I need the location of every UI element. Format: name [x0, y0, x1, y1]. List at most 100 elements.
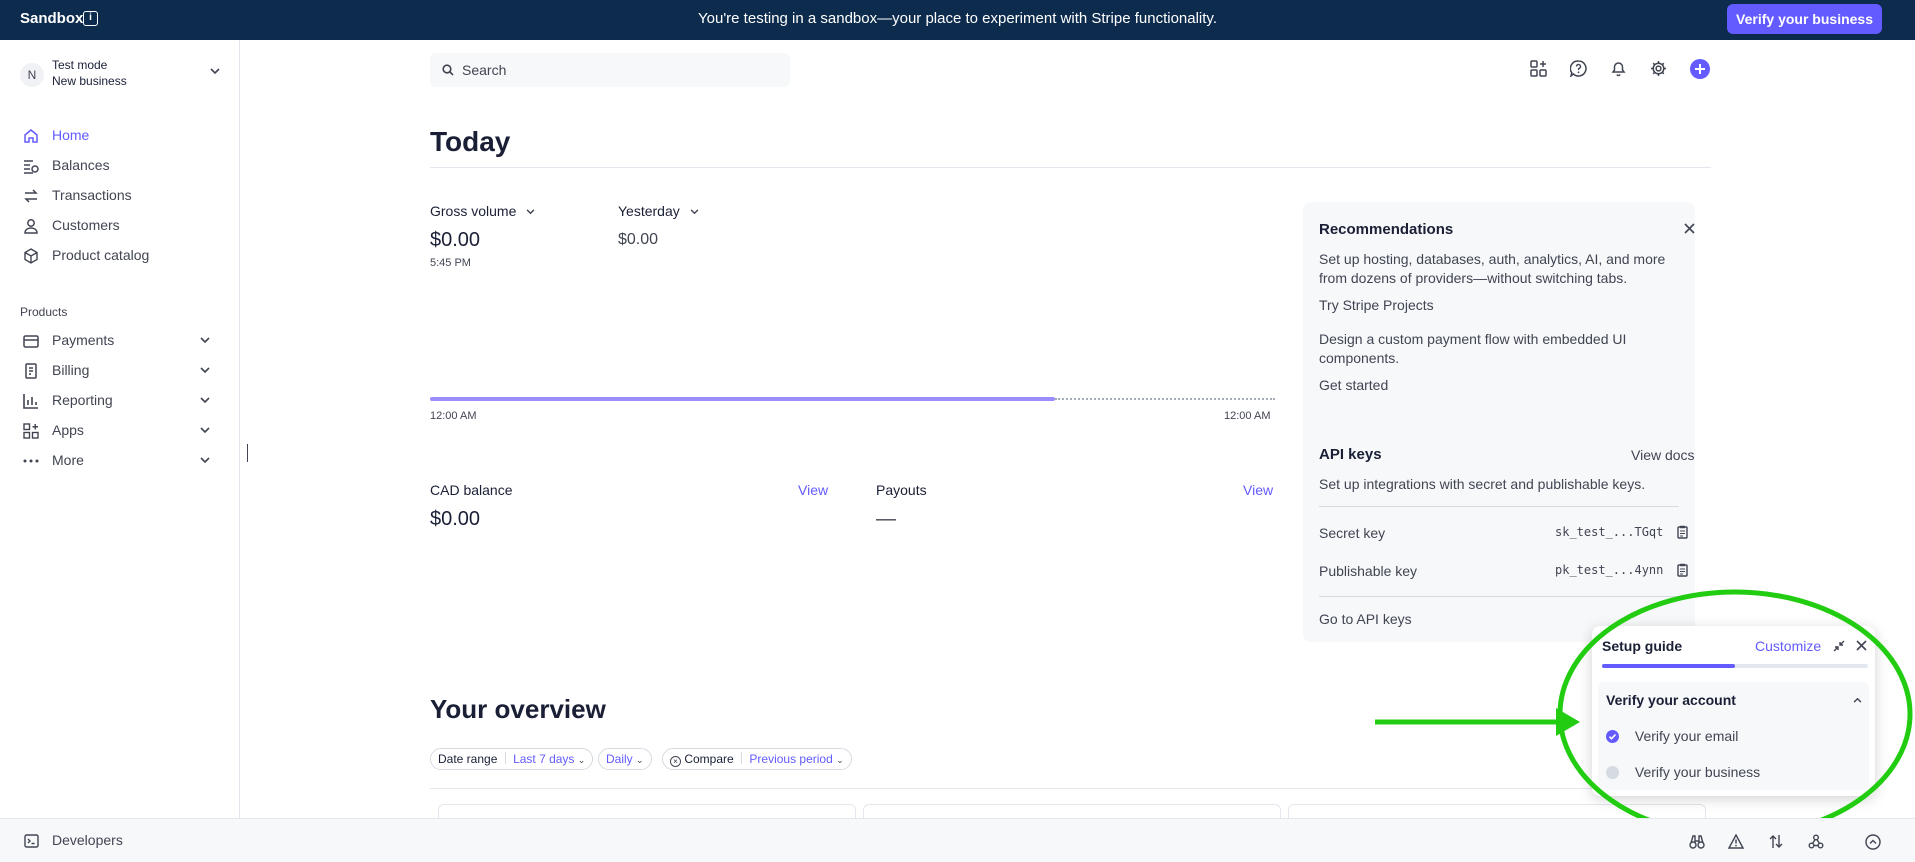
annotation-overlay [1375, 589, 1913, 839]
binoculars-icon[interactable] [1689, 835, 1705, 849]
sidebar-item-balances[interactable]: Balances [20, 153, 220, 179]
api-keys-description: Set up integrations with secret and publ… [1319, 476, 1646, 492]
sidebar-item-label: Customers [52, 217, 120, 233]
yesterday-selector[interactable]: Yesterday [618, 203, 699, 219]
recommendation-text-2: Design a custom payment flow with embedd… [1319, 331, 1627, 366]
annotation-arrowhead [1556, 708, 1580, 736]
sidebar: N Test mode New business Home Balances T… [0, 40, 240, 818]
terminal-icon [24, 834, 39, 848]
interval-value: Daily [606, 752, 633, 766]
chart-axis-start: 12:00 AM [430, 410, 477, 422]
copy-icon[interactable] [1677, 563, 1688, 577]
transactions-icon [24, 189, 38, 203]
home-icon [24, 129, 38, 143]
sidebar-item-label: Home [52, 127, 90, 143]
chevron-down-icon [200, 367, 210, 374]
bell-icon[interactable] [1610, 60, 1627, 77]
balances-icon [24, 160, 39, 174]
billing-icon [25, 363, 37, 379]
overview-card [438, 804, 856, 818]
chevron-down-icon: ⌄ [636, 755, 644, 765]
apps-icon [23, 423, 39, 439]
date-range-filter[interactable]: Date range Last 7 days ⌄ [430, 748, 594, 770]
overview-title: Your overview [430, 694, 606, 724]
chevron-down-icon [690, 209, 699, 215]
divider [1319, 506, 1679, 507]
account-mode: Test mode [52, 58, 108, 72]
help-icon[interactable] [1570, 60, 1587, 77]
verify-business-button[interactable]: Verify your business [1727, 4, 1882, 34]
compare-filter[interactable]: × Compare Previous period ⌄ [662, 748, 852, 770]
cad-balance-value: $0.00 [430, 508, 481, 530]
sidebar-item-label: Payments [52, 332, 115, 348]
gear-icon[interactable] [1650, 60, 1667, 77]
chevron-down-icon [200, 457, 210, 464]
copy-icon[interactable] [1677, 525, 1688, 539]
wallet-icon [23, 335, 39, 348]
account-switcher[interactable]: N Test mode New business [20, 58, 220, 92]
payouts-label: Payouts [876, 482, 927, 498]
gross-volume-value: $0.00 [430, 229, 481, 251]
gross-volume-label: Gross volume [430, 203, 517, 219]
sidebar-item-label: Billing [52, 362, 90, 378]
warning-icon[interactable] [1728, 834, 1744, 849]
payouts-value: — [876, 508, 896, 530]
search-input[interactable]: Search [430, 53, 790, 87]
sidebar-item-billing[interactable]: Billing [20, 358, 220, 384]
sandbox-message: You're testing in a sandbox—your place t… [698, 10, 1217, 27]
sidebar-item-payments[interactable]: Payments [20, 328, 220, 354]
person-icon [24, 219, 38, 234]
yesterday-value: $0.00 [618, 231, 659, 248]
chart-axis-end: 12:00 AM [1224, 410, 1271, 422]
apps-grid-icon[interactable] [1530, 60, 1547, 77]
publishable-key-label: Publishable key [1319, 563, 1418, 579]
sidebar-item-reporting[interactable]: Reporting [20, 388, 220, 414]
chevron-down-icon [526, 209, 535, 215]
sidebar-item-label: Balances [52, 157, 110, 173]
text-cursor [247, 444, 248, 462]
sidebar-item-home[interactable]: Home [20, 123, 220, 149]
box-icon [24, 248, 38, 264]
chevron-down-icon [210, 68, 220, 75]
sidebar-item-transactions[interactable]: Transactions [20, 183, 220, 209]
webhooks-icon[interactable] [1808, 834, 1824, 849]
create-plus-icon[interactable] [1690, 59, 1710, 79]
developers-label[interactable]: Developers [52, 832, 123, 848]
today-line-projection [1055, 398, 1275, 400]
sidebar-item-label: Reporting [52, 392, 113, 408]
api-keys-title: API keys [1319, 446, 1382, 463]
sidebar-item-label: Apps [52, 422, 84, 438]
sidebar-item-customers[interactable]: Customers [20, 213, 220, 239]
yesterday-label: Yesterday [618, 203, 680, 219]
view-docs-link[interactable]: View docs [1631, 446, 1695, 465]
sidebar-item-label: Transactions [52, 187, 132, 203]
overview-card [863, 804, 1281, 818]
chevron-down-icon [200, 427, 210, 434]
search-placeholder: Search [462, 62, 507, 78]
get-started-link[interactable]: Get started [1319, 376, 1388, 395]
gross-volume-time: 5:45 PM [430, 257, 471, 269]
today-line [430, 397, 1055, 401]
close-icon[interactable] [1684, 223, 1695, 234]
clear-icon[interactable]: × [670, 756, 681, 767]
date-range-value: Last 7 days [513, 752, 575, 766]
cad-balance-view-link[interactable]: View [798, 482, 828, 498]
sidebar-item-more[interactable]: More [20, 448, 220, 474]
payouts-view-link[interactable]: View [1243, 482, 1273, 498]
interval-filter[interactable]: Daily ⌄ [598, 748, 652, 770]
chevron-up-circle-icon[interactable] [1865, 834, 1881, 850]
try-stripe-projects-link[interactable]: Try Stripe Projects [1319, 296, 1434, 315]
annotation-ellipse [1557, 589, 1913, 839]
recommendations-panel: Recommendations Set up hosting, database… [1303, 202, 1695, 642]
chevron-down-icon [200, 397, 210, 404]
divider [430, 167, 1711, 168]
compare-value: Previous period [749, 752, 833, 766]
recommendations-title: Recommendations [1319, 221, 1454, 238]
sidebar-item-apps[interactable]: Apps [20, 418, 220, 444]
sidebar-item-product-catalog[interactable]: Product catalog [20, 243, 220, 269]
avatar: N [20, 63, 44, 87]
more-icon [23, 459, 39, 463]
sort-arrows-icon[interactable] [1769, 834, 1783, 849]
products-section-label: Products [20, 305, 68, 319]
gross-volume-selector[interactable]: Gross volume [430, 203, 535, 219]
